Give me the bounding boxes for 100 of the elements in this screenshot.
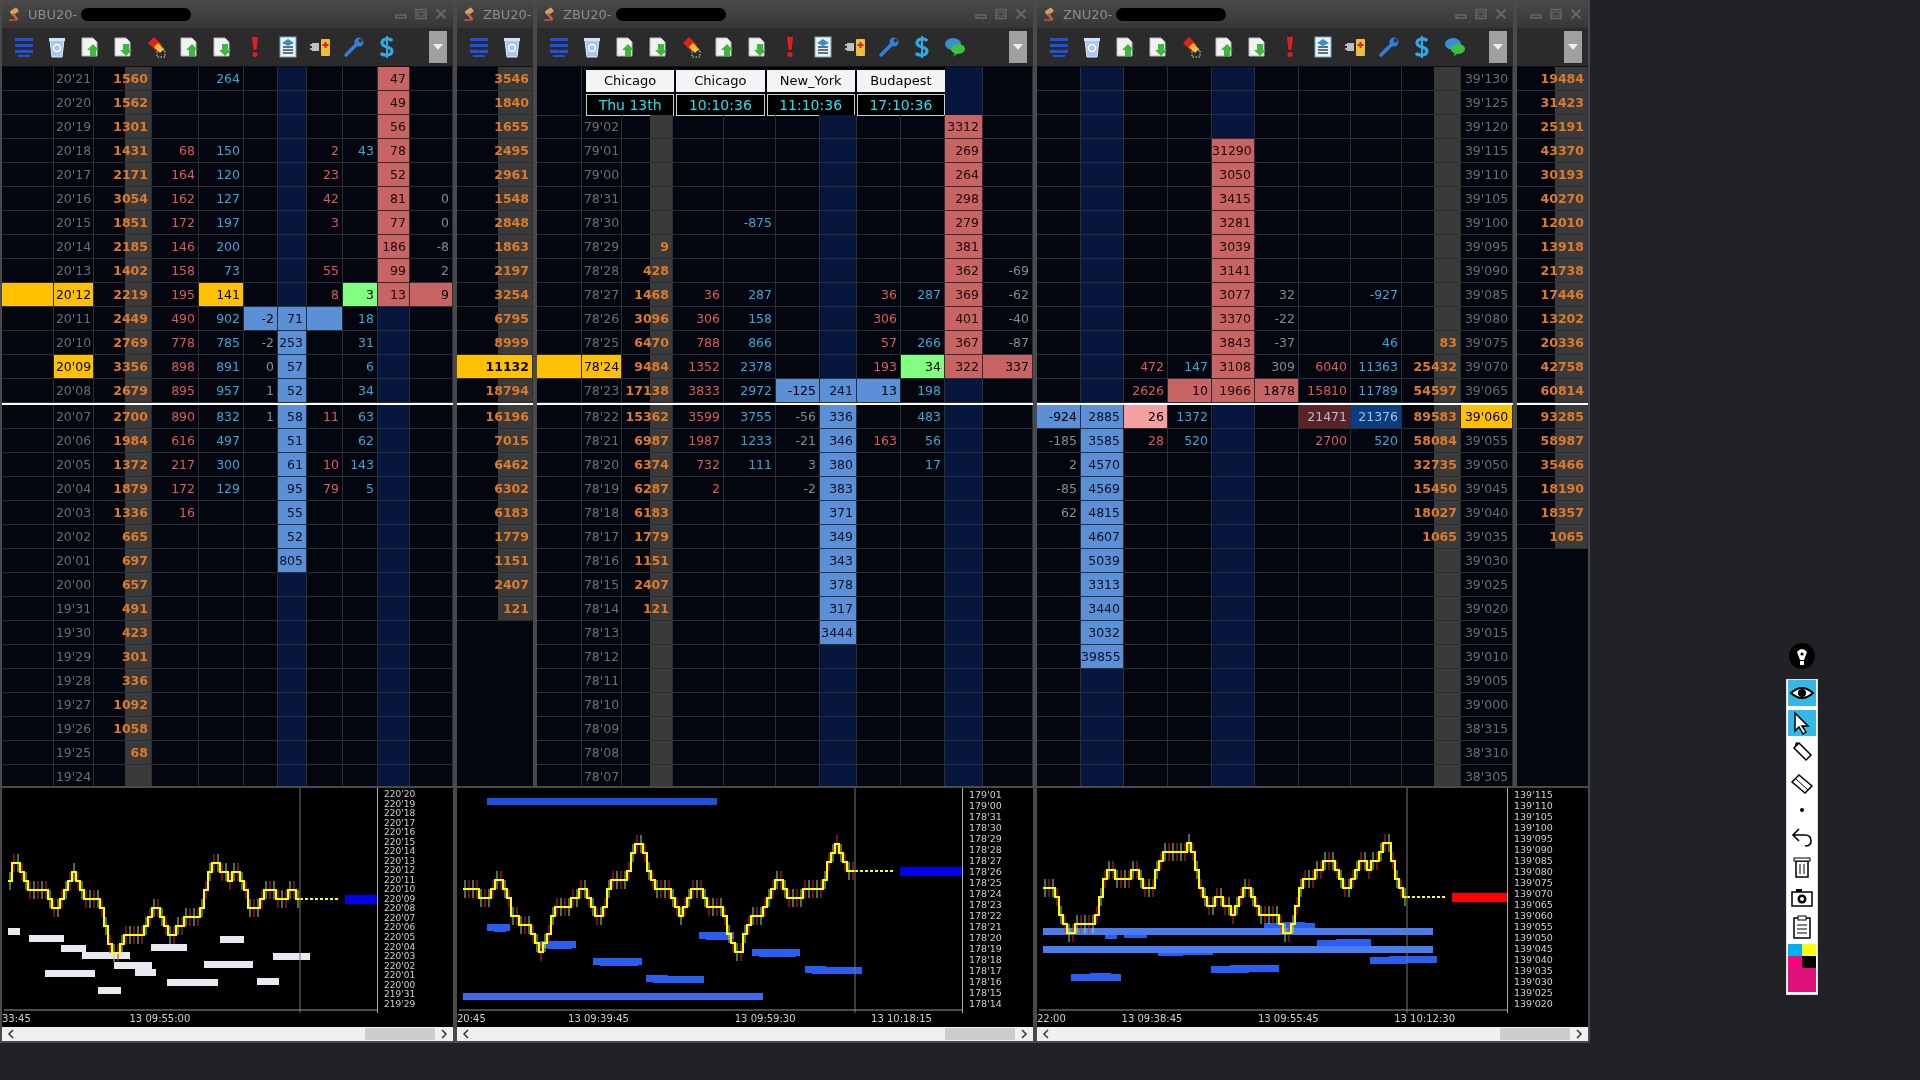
ladder-cell: 35466 (1517, 453, 1588, 477)
price-cell: 39'110 (1461, 163, 1513, 187)
price-cell: 39'130 (1461, 67, 1513, 91)
price-cell: 78'27 (582, 283, 622, 307)
ladder-cell: 1233 (724, 429, 776, 453)
price-cell: 20'18 (54, 139, 94, 163)
ladder-cell: 1151 (622, 549, 673, 573)
ladder-cell: 1779 (622, 525, 673, 549)
price-cell: 78'10 (582, 693, 622, 717)
clock-time: 17:10:36 (856, 94, 945, 116)
axis-label: 178'16 (969, 977, 1002, 987)
axis-label: 178'26 (969, 867, 1002, 877)
price-cell: 78'30 (582, 211, 622, 235)
axis-label: 220'04 (384, 942, 416, 952)
ladder-cell: 891 (199, 355, 244, 379)
price-cell: 39'075 (1461, 331, 1513, 355)
ladder-cell: 306 (857, 307, 901, 331)
clock-city: Budapest (856, 70, 945, 92)
ladder-cell: 337 (983, 355, 1033, 379)
ladder-cell: 381 (945, 235, 983, 259)
ladder-cell: 1468 (622, 283, 673, 307)
axis-label: 13 09:55:00 (129, 1013, 191, 1024)
ladder-cell: 264 (945, 163, 983, 187)
ladder-cell: 2885 (1081, 405, 1124, 429)
ladder-cell: 61 (278, 453, 307, 477)
ladder-cell: 1560 (94, 67, 152, 91)
price-cell: 19'31 (54, 597, 94, 621)
price-cell: 19'25 (54, 741, 94, 765)
ladder-cell: 32735 (1402, 453, 1461, 477)
ladder-cell: 28 (1124, 429, 1168, 453)
price-cell: 20'11 (54, 307, 94, 331)
ladder-cell: 19484 (1517, 67, 1588, 91)
ladder-cell: 78 (378, 139, 410, 163)
axis-label: 220'16 (384, 828, 416, 838)
ladder-cell: 317 (820, 597, 857, 621)
ladder-cell: 1548 (457, 187, 533, 211)
ladder-cell: 428 (622, 259, 673, 283)
ladder-cell: 83 (1402, 331, 1461, 355)
ladder-cell: 0 (410, 187, 453, 211)
price-cell: 39'055 (1461, 429, 1513, 453)
ladder-cell: 158 (724, 307, 776, 331)
ladder-cell: 111 (724, 453, 776, 477)
ladder-cell: 79 (307, 477, 343, 501)
ladder-cell: 13 (857, 379, 901, 403)
ladder-cell: 0 (410, 211, 453, 235)
axis-label: 178'25 (969, 878, 1002, 888)
ladder-cell: 3050 (1212, 163, 1255, 187)
ladder-cell: 1966 (1212, 379, 1255, 403)
price-cell: 78'21 (582, 429, 622, 453)
ladder-cell: 3054 (94, 187, 152, 211)
ladder-cell: 6374 (622, 453, 673, 477)
price-cell: 19'29 (54, 645, 94, 669)
ladder-cell: 1336 (94, 501, 152, 525)
ladder-cell: 3370 (1212, 307, 1255, 331)
price-cell: 78'16 (582, 549, 622, 573)
price-cell: 39'025 (1461, 573, 1513, 597)
ladder-cell: 1562 (94, 91, 152, 115)
ladder-cell: 42 (307, 187, 343, 211)
axis-label: 220'20 (384, 790, 416, 799)
axis-label: 220'03 (384, 952, 416, 962)
ladder-cell: 3356 (94, 355, 152, 379)
axis-label: 178'22 (969, 911, 1002, 921)
ladder-cell: -62 (983, 283, 1033, 307)
ladder-cell: 3599 (673, 405, 724, 429)
price-cell: 39'070 (1461, 355, 1513, 379)
ladder-cell: 15362 (622, 405, 673, 429)
ladder-cell: 4570 (1081, 453, 1124, 477)
ladder-cell: 55 (307, 259, 343, 283)
ladder-cell: 3415 (1212, 187, 1255, 211)
ladder-cell: -125 (776, 379, 820, 403)
ladder-cell: 1851 (94, 211, 152, 235)
axis-label: 178'20 (969, 933, 1002, 943)
price-cell: 39'030 (1461, 549, 1513, 573)
ladder-cell: 31423 (1517, 91, 1588, 115)
ladder-cell: 697 (94, 549, 152, 573)
axis-label: 178'21 (969, 922, 1002, 932)
ladder-cell: 121 (622, 597, 673, 621)
ladder-cell: 6795 (457, 307, 533, 331)
price-cell: 19'27 (54, 693, 94, 717)
ladder-cell: 3843 (1212, 331, 1255, 355)
axis-label: 139'040 (1514, 955, 1553, 965)
ladder-cell: 1058 (94, 717, 152, 741)
axis-label: 33:45 (2, 1013, 31, 1024)
ladder-cell: 93285 (1517, 405, 1588, 429)
ladder-cell: 13 (378, 283, 410, 307)
ladder-cell: 2407 (457, 573, 533, 597)
price-cell: 20'06 (54, 429, 94, 453)
ladder-cell: 2407 (622, 573, 673, 597)
ladder-cell: 5039 (1081, 549, 1124, 573)
axis-label: 220'18 (384, 809, 416, 819)
price-cell: 20'05 (54, 453, 94, 477)
ladder-cell: 9 (410, 283, 453, 307)
price-cell: 39'115 (1461, 139, 1513, 163)
ladder-cell: 1431 (94, 139, 152, 163)
ladder-cell: 1879 (94, 477, 152, 501)
ladder-cell: 890 (152, 405, 199, 429)
ladder-cell: 520 (1351, 429, 1402, 453)
ladder-cell: 3546 (457, 67, 533, 91)
ladder-cell: 336 (94, 669, 152, 693)
ladder-cell: 17138 (622, 379, 673, 403)
